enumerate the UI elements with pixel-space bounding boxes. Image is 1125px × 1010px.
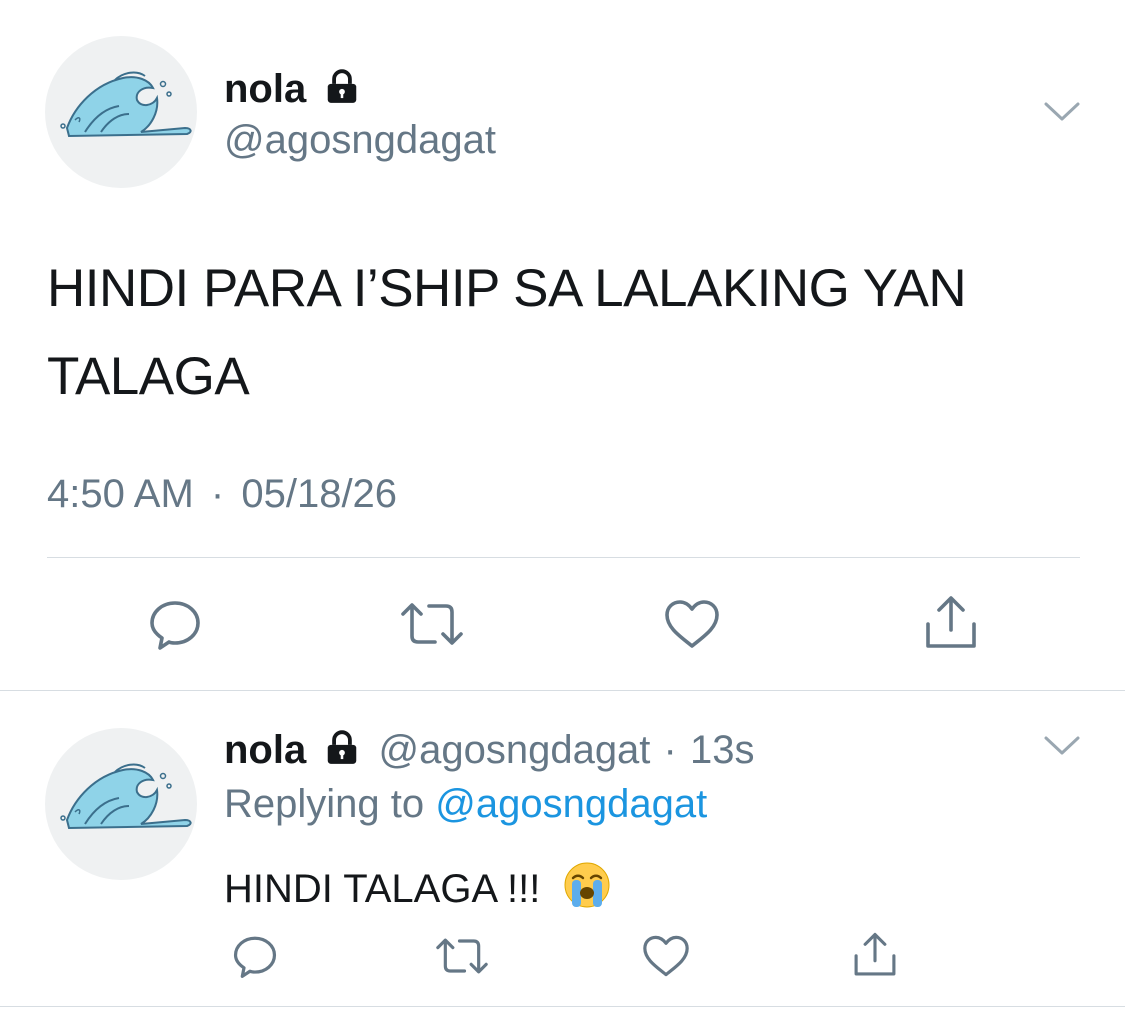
chevron-down-icon[interactable] — [1043, 734, 1081, 758]
main-author: nola — [224, 64, 361, 112]
retweet-button[interactable] — [397, 596, 467, 652]
reply-icon — [233, 936, 277, 978]
lock-icon — [328, 69, 357, 103]
reply-author: nola @agosngdagat · 13s — [224, 725, 755, 773]
avatar[interactable] — [45, 728, 197, 880]
retweet-button[interactable] — [430, 934, 494, 978]
like-icon — [665, 600, 719, 648]
like-button[interactable] — [636, 932, 696, 980]
share-icon — [854, 932, 896, 976]
retweet-icon — [436, 938, 488, 974]
bottom-divider — [0, 1006, 1125, 1007]
tweet-text: HINDI PARA I’SHIP SA LALAKING YAN TALAGA — [47, 259, 967, 406]
wave-avatar-icon — [60, 763, 192, 830]
retweet-icon — [401, 603, 463, 645]
handle[interactable]: @agosngdagat — [224, 118, 496, 163]
replying-to: Replying to @agosngdagat — [224, 782, 707, 827]
like-button[interactable] — [657, 594, 727, 654]
handle[interactable]: @agosngdagat — [378, 728, 650, 772]
tweet-separator — [0, 690, 1125, 691]
reply-button[interactable] — [140, 594, 210, 654]
share-button[interactable] — [916, 592, 986, 654]
divider — [47, 557, 1080, 558]
meta-separator: · — [663, 728, 677, 772]
tweet-age[interactable]: 13s — [690, 728, 755, 772]
share-icon — [926, 596, 976, 648]
tweet-date: 05/18/26 — [241, 472, 398, 516]
replying-mention-link[interactable]: @agosngdagat — [435, 782, 707, 826]
meta-separator: · — [210, 472, 225, 516]
chevron-down-icon[interactable] — [1043, 100, 1081, 124]
replying-label: Replying to — [224, 782, 425, 826]
tweet-timestamp[interactable]: 4:50 AM · 05/18/26 — [47, 472, 397, 517]
reply-icon — [150, 601, 200, 650]
share-button[interactable] — [845, 930, 905, 980]
reply-text: HINDI TALAGA !!! — [224, 852, 612, 912]
wave-avatar-icon — [60, 71, 192, 138]
loudly-crying-emoji — [562, 860, 612, 920]
crying-face-icon — [564, 862, 610, 908]
reply-text-body: HINDI TALAGA !!! — [224, 867, 541, 911]
display-name[interactable]: nola — [224, 67, 306, 111]
lock-icon — [328, 730, 357, 764]
reply-button[interactable] — [225, 932, 285, 980]
display-name[interactable]: nola — [224, 728, 306, 772]
tweet-time: 4:50 AM — [47, 472, 194, 516]
avatar[interactable] — [45, 36, 197, 188]
like-icon — [643, 935, 689, 977]
